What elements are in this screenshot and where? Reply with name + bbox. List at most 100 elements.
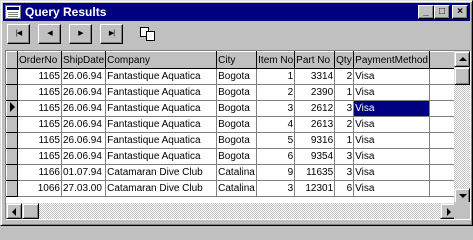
table-cell[interactable]: 3314	[294, 68, 336, 85]
table-cell[interactable]: 1	[256, 68, 296, 85]
table-cell[interactable]: 9354	[294, 148, 336, 165]
table-cell[interactable]: Visa	[353, 116, 430, 133]
table-cell[interactable]: Bogota	[216, 132, 258, 149]
table-cell[interactable]: 2612	[294, 100, 336, 117]
prior-record-button[interactable]: ◀	[38, 24, 61, 44]
row-selector[interactable]	[6, 68, 18, 85]
table-cell[interactable]: 2	[334, 116, 355, 133]
table-cell[interactable]: Catamaran Dive Club	[105, 164, 218, 181]
table-cell[interactable]: 12301	[294, 180, 336, 197]
table-row[interactable]: 1166 01.07.94 Catamaran Dive Club Catalina 9…	[6, 164, 456, 181]
table-cell[interactable]: 27.03.00	[61, 180, 107, 197]
table-row[interactable]: 1165 26.06.94 Fantastique Aquatica Bogota 3 2…	[6, 100, 456, 117]
table-cell[interactable]: 1	[334, 84, 355, 101]
table-cell[interactable]: 3	[334, 164, 355, 181]
scroll-left-button[interactable]	[6, 203, 22, 219]
table-cell[interactable]: 4	[256, 116, 296, 133]
table-cell[interactable]: 9316	[294, 132, 336, 149]
table-cell[interactable]: Fantastique Aquatica	[105, 148, 218, 165]
table-cell[interactable]: 1066	[17, 180, 62, 197]
table-cell[interactable]: Visa	[353, 164, 430, 181]
table-cell[interactable]: 26.06.94	[61, 100, 107, 117]
column-header-shipdate[interactable]: ShipDate	[60, 51, 107, 69]
column-header-itemno[interactable]: Item No	[256, 51, 296, 69]
column-header-orderno[interactable]: OrderNo	[17, 51, 62, 69]
table-cell[interactable]: 1166	[17, 164, 62, 181]
table-cell[interactable]: 2	[256, 84, 296, 101]
table-cell[interactable]: 2390	[294, 84, 336, 101]
table-cell[interactable]: 9	[256, 164, 296, 181]
table-cell[interactable]: 26.06.94	[61, 132, 107, 149]
table-cell[interactable]: 5	[256, 132, 296, 149]
table-cell[interactable]: Visa	[353, 148, 430, 165]
row-selector[interactable]	[6, 132, 18, 149]
table-cell[interactable]: Fantastique Aquatica	[105, 100, 218, 117]
last-record-button[interactable]: ▶|	[100, 24, 123, 44]
table-cell[interactable]: 26.06.94	[61, 148, 107, 165]
table-cell[interactable]: Visa	[353, 84, 430, 101]
table-cell[interactable]: 2	[334, 68, 355, 85]
horizontal-scrollbar[interactable]	[6, 203, 456, 219]
copy-button[interactable]	[137, 24, 159, 44]
close-button[interactable]: ×	[452, 5, 468, 19]
column-header-city[interactable]: City	[216, 51, 258, 69]
horizontal-scroll-thumb[interactable]	[22, 203, 39, 219]
table-cell[interactable]: Bogota	[216, 84, 258, 101]
table-cell[interactable]: 1165	[17, 100, 62, 117]
table-cell[interactable]: 3	[334, 100, 355, 117]
scroll-up-button[interactable]	[454, 51, 470, 67]
table-cell[interactable]: 3	[334, 148, 355, 165]
column-header-paymentmethod[interactable]: PaymentMethod	[353, 51, 430, 69]
table-cell[interactable]: 3	[256, 100, 296, 117]
table-cell[interactable]: 26.06.94	[61, 116, 107, 133]
table-cell[interactable]: 26.06.94	[61, 84, 107, 101]
maximize-button[interactable]: □	[434, 5, 450, 19]
table-row[interactable]: 1165 26.06.94 Fantastique Aquatica Bogota 4 2…	[6, 116, 456, 133]
table-app-icon[interactable]	[5, 5, 21, 19]
table-cell[interactable]: Catalina	[216, 164, 258, 181]
row-selector[interactable]	[6, 100, 18, 117]
table-cell[interactable]: Bogota	[216, 100, 258, 117]
table-cell[interactable]: 1165	[17, 148, 62, 165]
table-cell[interactable]: 26.06.94	[61, 68, 107, 85]
table-row[interactable]: 1165 26.06.94 Fantastique Aquatica Bogota 2 2…	[6, 84, 456, 101]
table-cell[interactable]: 1165	[17, 84, 62, 101]
row-selector[interactable]	[6, 148, 18, 165]
row-selector[interactable]	[6, 84, 18, 101]
next-record-button[interactable]: ▶	[69, 24, 92, 44]
table-cell[interactable]: 2613	[294, 116, 336, 133]
results-grid[interactable]: OrderNo ShipDate Company City Item No Pa…	[5, 50, 471, 220]
vertical-scrollbar[interactable]	[454, 51, 470, 204]
row-selector[interactable]	[6, 180, 18, 197]
column-header-company[interactable]: Company	[105, 51, 218, 69]
table-row[interactable]: 1165 26.06.94 Fantastique Aquatica Bogota 5 9…	[6, 132, 456, 149]
table-cell[interactable]: Fantastique Aquatica	[105, 132, 218, 149]
table-cell[interactable]: Visa	[353, 68, 430, 85]
column-header-qty[interactable]: Qty	[334, 51, 355, 69]
table-cell[interactable]: 1	[334, 132, 355, 149]
table-cell[interactable]: Visa	[353, 180, 430, 197]
table-cell[interactable]: Visa	[353, 132, 430, 149]
table-cell[interactable]: 3	[256, 180, 296, 197]
table-cell[interactable]: 6	[256, 148, 296, 165]
table-row[interactable]: 1165 26.06.94 Fantastique Aquatica Bogota 1 3…	[6, 68, 456, 85]
vertical-scroll-thumb[interactable]	[454, 67, 470, 85]
table-cell[interactable]: 1165	[17, 132, 62, 149]
table-cell[interactable]: Fantastique Aquatica	[105, 116, 218, 133]
table-cell[interactable]: Fantastique Aquatica	[105, 68, 218, 85]
table-row[interactable]: 1165 26.06.94 Fantastique Aquatica Bogota 6 9…	[6, 148, 456, 165]
table-cell[interactable]: Bogota	[216, 68, 258, 85]
table-cell[interactable]: Catamaran Dive Club	[105, 180, 218, 197]
table-cell[interactable]: 1165	[17, 68, 62, 85]
table-cell[interactable]: 01.07.94	[61, 164, 107, 181]
row-selector[interactable]	[6, 116, 18, 133]
table-cell[interactable]: Bogota	[216, 116, 258, 133]
table-cell[interactable]: Bogota	[216, 148, 258, 165]
title-bar[interactable]: Query Results _ □ ×	[3, 3, 470, 21]
table-row[interactable]: 1066 27.03.00 Catamaran Dive Club Catalina 3…	[6, 180, 456, 197]
column-header-partno[interactable]: Part No	[294, 51, 336, 69]
table-cell[interactable]: 6	[334, 180, 355, 197]
table-cell[interactable]: Fantastique Aquatica	[105, 84, 218, 101]
table-cell[interactable]: 1165	[17, 116, 62, 133]
minimize-button[interactable]: _	[418, 5, 434, 19]
